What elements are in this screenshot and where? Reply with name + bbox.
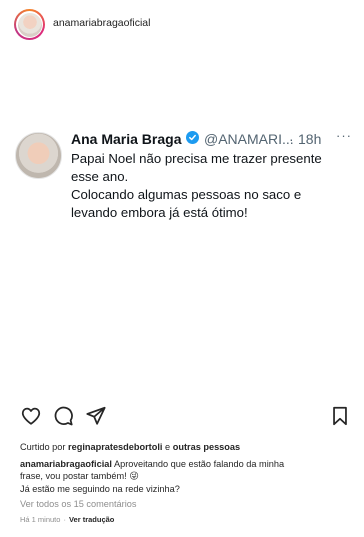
tweet-line: Colocando algumas pessoas no saco e bbox=[71, 187, 302, 202]
comment-icon[interactable] bbox=[52, 405, 76, 429]
liked-by-others[interactable]: outras pessoas bbox=[173, 442, 240, 452]
verified-badge-icon bbox=[186, 131, 199, 144]
action-bar bbox=[0, 405, 364, 435]
post-meta: Há 1 minuto · Ver tradução bbox=[20, 514, 350, 527]
likes-prefix: Curtido por bbox=[20, 442, 66, 452]
bookmark-icon[interactable] bbox=[329, 405, 353, 429]
likes-line: Curtido por reginapratesdebortoli e outr… bbox=[20, 441, 350, 454]
post-time: Há 1 minuto bbox=[20, 514, 61, 524]
tweet-timestamp: 18h bbox=[298, 131, 322, 147]
liked-by-user[interactable]: reginapratesdebortoli bbox=[68, 442, 162, 452]
post-header: anamariabragaoficial bbox=[0, 0, 364, 48]
view-comments-link[interactable]: Ver todos os 15 comentários bbox=[20, 498, 350, 511]
profile-avatar[interactable] bbox=[14, 9, 45, 40]
caption-line-1: Aproveitando que estão falando da minha bbox=[113, 458, 285, 469]
heart-icon[interactable] bbox=[20, 405, 44, 429]
likes-conjunction: e bbox=[165, 442, 171, 452]
caption-author[interactable]: anamariabragaoficial bbox=[20, 459, 112, 469]
tweet-author-name: Ana Maria Braga bbox=[71, 131, 182, 147]
tweet-more-icon: ··· bbox=[336, 128, 352, 143]
tweet-avatar bbox=[15, 132, 62, 179]
post-username[interactable]: anamariabragaoficial bbox=[53, 17, 150, 29]
see-translation-link[interactable]: Ver tradução bbox=[69, 515, 114, 524]
tweet-separator: · bbox=[289, 131, 294, 147]
caption-text: anamariabragaoficial Aproveitando que es… bbox=[20, 458, 350, 496]
avatar-image bbox=[17, 12, 42, 37]
tweet-line: levando embora já está ótimo! bbox=[71, 205, 248, 220]
caption-line-2: frase, vou postar também! 😜 bbox=[20, 471, 139, 481]
tweet-line: Papai Noel não precisa me trazer present… bbox=[71, 151, 322, 166]
tweet-line: esse ano. bbox=[71, 169, 129, 184]
caption-area: Curtido por reginapratesdebortoli e outr… bbox=[20, 441, 350, 526]
post-media bbox=[0, 48, 364, 400]
tweet-handle: @ANAMARI... bbox=[204, 131, 294, 147]
send-icon[interactable] bbox=[85, 405, 109, 429]
caption-line-3: Já estão me seguindo na rede vizinha? bbox=[20, 483, 180, 494]
meta-separator: · bbox=[63, 514, 66, 524]
tweet-text: Papai Noel não precisa me trazer present… bbox=[71, 150, 356, 222]
